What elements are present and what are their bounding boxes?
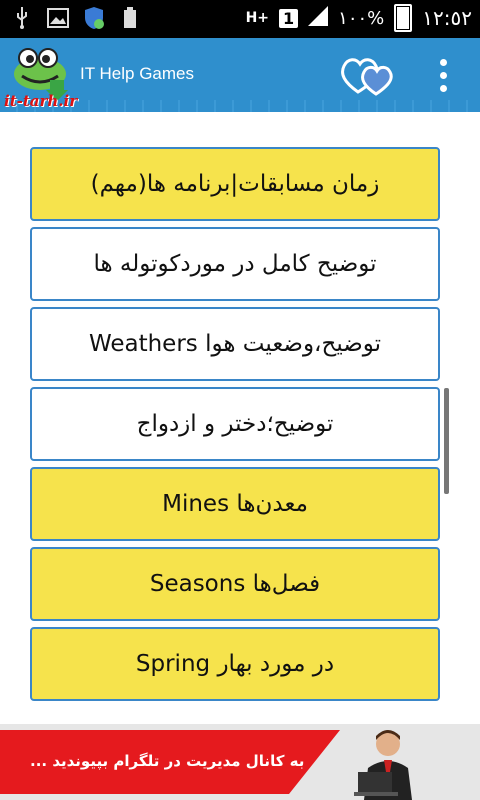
shield-icon [82,6,106,30]
signal-icon [308,5,329,31]
sim-indicator: 1 [279,8,299,28]
overflow-menu-button[interactable] [428,52,458,98]
battery-icon [394,4,413,32]
battery-100-icon [118,6,142,30]
list-scrollbar[interactable] [444,388,449,494]
banner-text: به کانال مدیریت در تلگرام بپیوندید ... [30,752,305,770]
status-right: H+ 1 ١٠٠% ١٢:٥٢ [246,4,472,32]
usb-icon [10,6,34,30]
businessman-icon [350,724,420,800]
app-title: IT Help Games [80,64,195,83]
list-item-mines[interactable]: معدن‌ها Mines [30,467,440,541]
more-vert-dot [439,84,447,92]
more-vert-dot [439,71,447,79]
clock: ١٢:٥٢ [422,6,472,30]
image-icon [46,6,70,30]
status-bar: H+ 1 ١٠٠% ١٢:٥٢ [0,0,480,38]
list-item-spring[interactable]: در مورد بهار Spring [30,627,440,701]
status-left-icons [10,6,142,30]
list-item-dwarves[interactable]: توضیح کامل در موردکوتوله ها [30,227,440,301]
telegram-ad-banner[interactable]: به کانال مدیریت در تلگرام بپیوندید ... [0,724,480,800]
list-item-weathers[interactable]: توضیح،وضعیت هوا Weathers [30,307,440,381]
list-item-marriage[interactable]: توضیح؛دختر و ازدواج [30,387,440,461]
logo-text: it-tarh.ir [4,92,78,110]
list-item-seasons[interactable]: فصل‌ها Seasons [30,547,440,621]
more-vert-icon [439,58,447,66]
topics-list: زمان مسابقات|برنامه ها(مهم) توضیح کامل د… [30,147,440,707]
battery-percent: ١٠٠% [338,7,385,29]
network-badge: H+ [245,10,270,26]
favorites-hearts-button[interactable] [340,52,396,98]
hearts-icon [341,58,393,96]
list-item-schedule[interactable]: زمان مسابقات|برنامه ها(مهم) [30,147,440,221]
